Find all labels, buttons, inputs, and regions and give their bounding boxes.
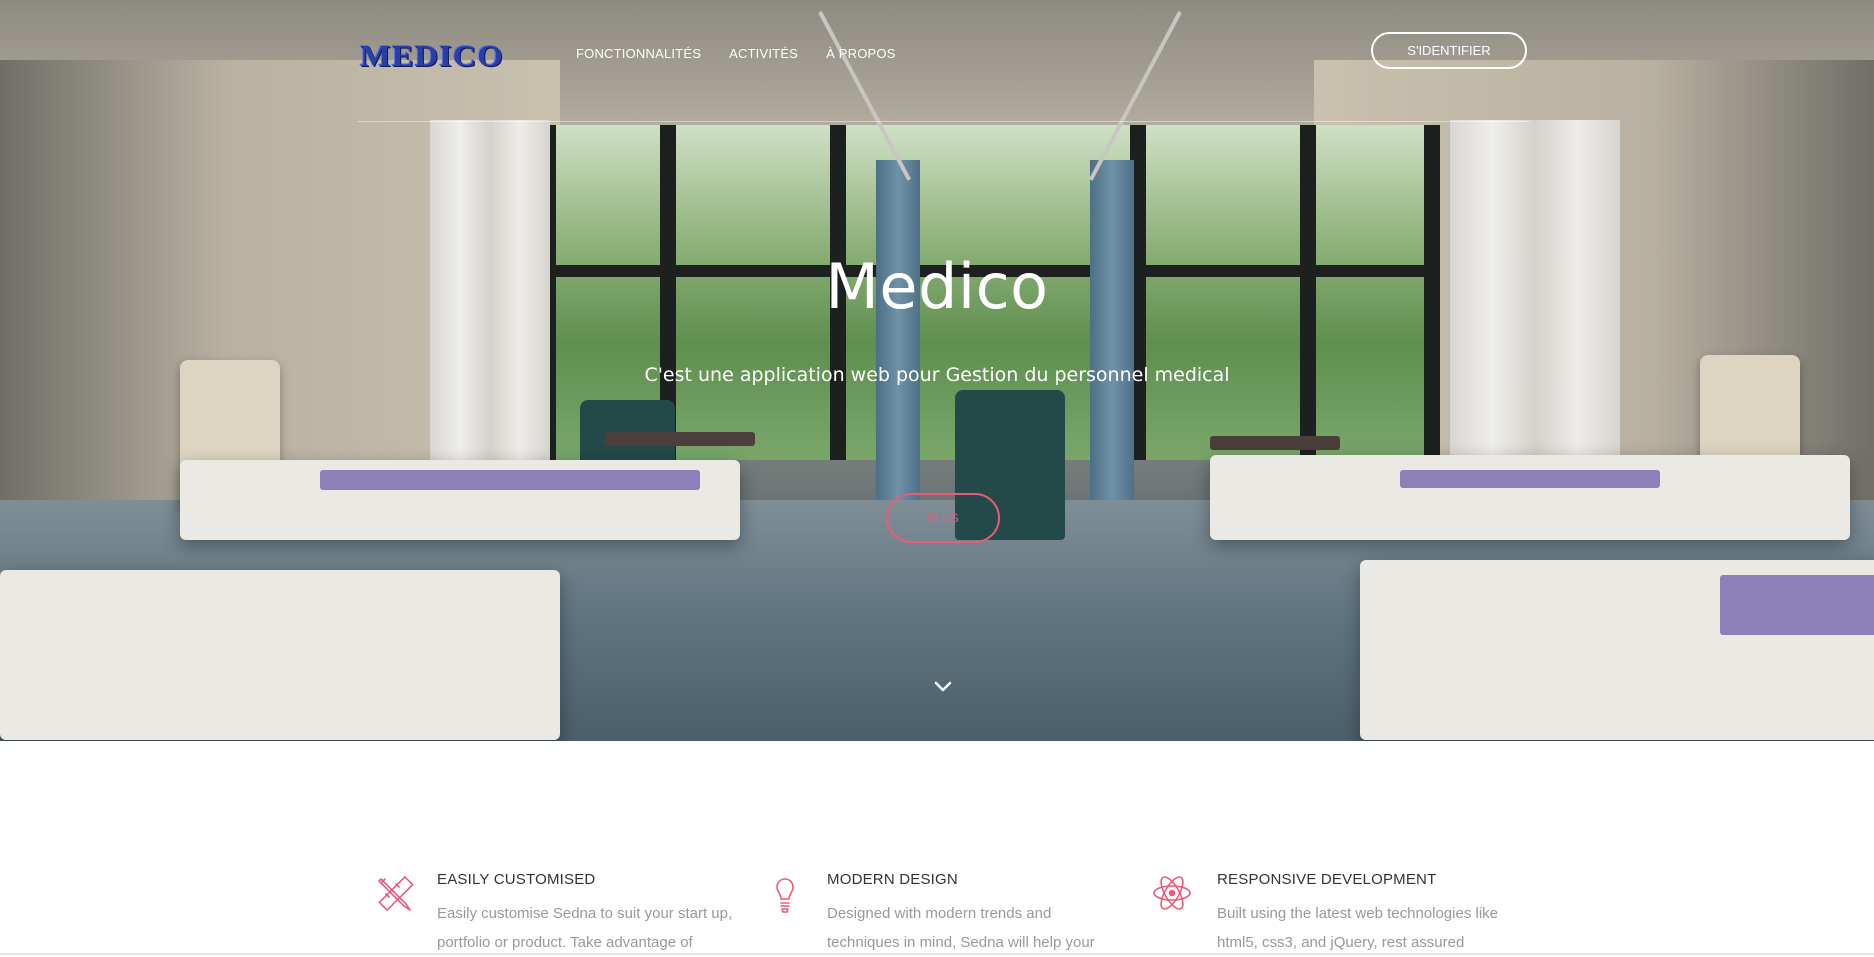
nav-item-fonctionnalites[interactable]: FONCTIONNALITÉS: [576, 46, 701, 61]
feature-title: MODERN DESIGN: [827, 871, 958, 888]
pencil-ruler-icon: [372, 870, 418, 916]
more-button[interactable]: PLUS: [886, 493, 1000, 543]
nav-item-activites[interactable]: ACTIVITÉS: [729, 46, 798, 61]
feature-text: Designed with modern trends and techniqu…: [827, 905, 1095, 951]
login-button[interactable]: S'IDENTIFIER: [1371, 32, 1527, 69]
feature-text: Built using the latest web technologies …: [1217, 905, 1499, 951]
site-logo[interactable]: MEDICO: [360, 38, 504, 74]
chevron-down-icon[interactable]: [930, 678, 956, 696]
feature-title: RESPONSIVE DEVELOPMENT: [1217, 871, 1437, 888]
nav-divider: [358, 121, 1530, 122]
hero-title: Medico: [825, 250, 1049, 323]
main-navigation: FONCTIONNALITÉS ACTIVITÉS À PROPOS: [576, 46, 924, 61]
atom-icon: [1152, 870, 1198, 916]
feature-title: EASILY CUSTOMISED: [437, 871, 596, 888]
hero-subtitle: C'est une application web pour Gestion d…: [644, 364, 1230, 386]
lightbulb-icon: [762, 870, 808, 916]
hero-section: MEDICO FONCTIONNALITÉS ACTIVITÉS À PROPO…: [0, 0, 1874, 741]
feature-text: Easily customise Sedna to suit your star…: [437, 905, 733, 951]
nav-item-a-propos[interactable]: À PROPOS: [826, 46, 896, 61]
